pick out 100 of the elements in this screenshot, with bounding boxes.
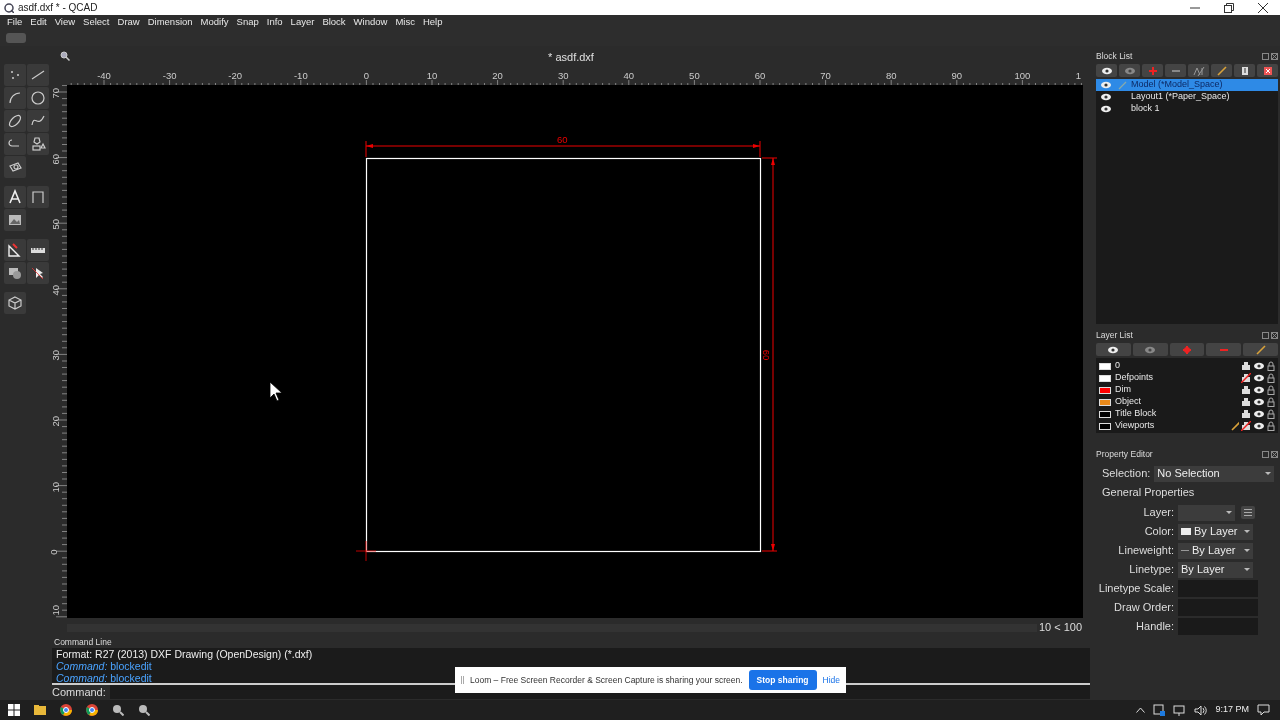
hide-all-button[interactable] — [1132, 343, 1168, 356]
eye-icon[interactable] — [1253, 409, 1265, 419]
menu-item[interactable]: Snap — [232, 15, 263, 30]
menu-item[interactable]: File — [3, 15, 27, 30]
list-entry[interactable]: Title Block — [1096, 408, 1278, 420]
tool-button[interactable] — [3, 209, 26, 231]
ruler-label: -30 — [162, 69, 177, 83]
remove-button[interactable] — [1206, 343, 1242, 356]
tool-button[interactable] — [3, 186, 26, 208]
rename-button[interactable] — [1188, 64, 1209, 77]
color-dropdown[interactable]: By Layer — [1178, 523, 1253, 540]
ruler-label: 20 — [49, 415, 63, 427]
menu-item[interactable]: Draw — [113, 15, 144, 30]
list-entry[interactable]: Model (*Model_Space) — [1096, 79, 1278, 91]
zoom-info: 10 < 100 — [1038, 620, 1082, 636]
printer-icon[interactable] — [1241, 397, 1251, 407]
edit-button[interactable] — [1211, 64, 1232, 77]
layer-name: 0 — [1115, 359, 1120, 373]
browser-icon[interactable] — [86, 704, 98, 716]
menu-item[interactable]: View — [50, 15, 80, 30]
menu-item[interactable]: Select — [79, 15, 114, 30]
no-print-icon[interactable] — [1241, 373, 1251, 383]
ruler-label: 0 — [46, 549, 60, 555]
tool-button[interactable] — [26, 64, 49, 86]
eye-icon[interactable] — [1253, 397, 1265, 407]
list-entry[interactable]: Defpoints — [1096, 372, 1278, 384]
magnifier-icon[interactable] — [138, 704, 150, 716]
tool-button[interactable] — [3, 87, 26, 109]
magnifier-icon[interactable] — [112, 704, 124, 716]
list-entry[interactable]: Object — [1096, 396, 1278, 408]
ruler-label: 40 — [49, 284, 63, 296]
lineweight-dropdown[interactable]: By Layer — [1178, 542, 1253, 559]
tool-button[interactable] — [3, 239, 26, 261]
selection-dropdown[interactable]: No Selection — [1154, 465, 1275, 482]
tool-button[interactable] — [3, 64, 26, 86]
tool-button[interactable] — [3, 292, 26, 314]
tool-button[interactable] — [26, 133, 49, 155]
network-icon[interactable] — [1173, 704, 1187, 716]
browser-icon[interactable] — [60, 704, 72, 716]
delete-button[interactable] — [1257, 64, 1278, 77]
list-entry[interactable]: Dim — [1096, 384, 1278, 396]
menu-item[interactable]: Layer — [286, 15, 319, 30]
menu-item[interactable]: Dimension — [143, 15, 197, 30]
menu-item[interactable]: Window — [349, 15, 392, 30]
eye-icon[interactable] — [1253, 385, 1265, 395]
list-entry[interactable]: Layout1 (*Paper_Space) — [1096, 91, 1278, 103]
menu-item[interactable]: Modify — [196, 15, 233, 30]
lock-icon[interactable] — [1267, 421, 1275, 431]
list-entry[interactable]: Viewports — [1096, 420, 1278, 432]
caret-icon — [1265, 472, 1272, 475]
tool-button[interactable] — [26, 110, 49, 132]
lock-icon[interactable] — [1267, 397, 1275, 407]
windows-icon[interactable] — [8, 704, 20, 716]
stop-sharing-button[interactable]: Stop sharing — [748, 669, 817, 691]
volume-icon[interactable] — [1194, 704, 1208, 716]
tool-button[interactable] — [26, 262, 49, 284]
printer-icon[interactable] — [1241, 361, 1251, 371]
eye-icon[interactable] — [1253, 421, 1265, 431]
lock-icon[interactable] — [1267, 361, 1275, 371]
tool-button[interactable] — [3, 110, 26, 132]
add-button[interactable] — [1142, 64, 1163, 77]
app-tray-icon[interactable] — [1153, 704, 1166, 716]
tool-button[interactable] — [26, 87, 49, 109]
edit-button[interactable] — [1243, 343, 1278, 356]
no-print-icon[interactable] — [1241, 421, 1251, 431]
restore-icon[interactable] — [1224, 2, 1234, 13]
menu-item[interactable]: Block — [318, 15, 350, 30]
tool-button[interactable] — [26, 239, 49, 261]
panel-title: Layer List — [1096, 328, 1133, 342]
folder-icon[interactable] — [34, 704, 46, 716]
notification-icon[interactable] — [1257, 704, 1270, 716]
tool-button[interactable] — [3, 262, 26, 284]
list-button[interactable] — [1241, 506, 1255, 519]
show-all-button[interactable] — [1096, 64, 1117, 77]
hide-link[interactable]: Hide — [822, 673, 841, 687]
eye-icon[interactable] — [1253, 361, 1265, 371]
list-entry[interactable]: 0 — [1096, 360, 1278, 372]
menu-item[interactable]: Info — [262, 15, 287, 30]
zoom-icon[interactable] — [60, 51, 70, 61]
tool-button[interactable] — [3, 156, 26, 178]
menu-item[interactable]: Misc — [391, 15, 419, 30]
remove-button[interactable] — [1165, 64, 1186, 77]
menu-item[interactable]: Help — [418, 15, 447, 30]
chevron-up-icon[interactable] — [1136, 707, 1146, 713]
menu-item[interactable]: Edit — [26, 15, 51, 30]
printer-icon[interactable] — [1241, 409, 1251, 419]
lock-icon[interactable] — [1267, 409, 1275, 419]
ruler-label: 30 — [49, 350, 63, 361]
eye-icon[interactable] — [1253, 373, 1265, 383]
add-button[interactable] — [1169, 343, 1205, 356]
ruler-label: 50 — [49, 219, 63, 230]
list-entry[interactable]: block 1 — [1096, 103, 1278, 115]
show-all-button[interactable] — [1096, 343, 1131, 356]
printer-icon[interactable] — [1241, 385, 1251, 395]
circle-icon — [29, 90, 46, 106]
insert-button[interactable] — [1234, 64, 1255, 77]
close-icon[interactable] — [1258, 2, 1268, 13]
lock-icon[interactable] — [1267, 385, 1275, 395]
linetype-dropdown[interactable]: By Layer — [1178, 561, 1253, 578]
lock-icon[interactable] — [1267, 373, 1275, 383]
